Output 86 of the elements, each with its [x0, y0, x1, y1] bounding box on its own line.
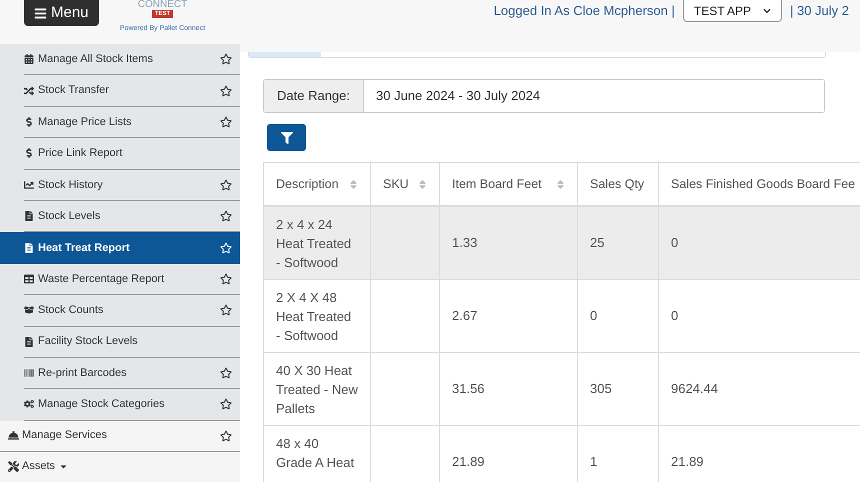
column-header[interactable]: Sales Finished Goods Board Fee: [659, 163, 860, 205]
sidebar-item-label: Stock Transfer: [38, 83, 110, 98]
table-icon: [24, 274, 34, 284]
filter-button[interactable]: [267, 124, 306, 151]
bell-icon: [8, 430, 19, 442]
table-cell-text: 0: [590, 307, 598, 325]
shuffle-icon: [24, 86, 34, 96]
star-icon[interactable]: [220, 178, 232, 191]
table-cell-text: 25: [590, 234, 604, 252]
sidebar-item[interactable]: Assets: [0, 452, 240, 482]
barcode-icon: [24, 368, 34, 378]
table-row[interactable]: 40 X 30 Heat Treated - New Pallets 31.56 305 9624.44: [264, 353, 860, 426]
sidebar-item-label: Manage Services: [22, 428, 107, 444]
sidebar-item-label: Stock Counts: [38, 303, 104, 318]
chevron-icon: [763, 7, 771, 15]
column-header[interactable]: Item Board Feet: [440, 163, 578, 205]
sidebar-item[interactable]: Heat Treat Report: [0, 232, 240, 264]
menu-button[interactable]: Menu: [24, 0, 99, 26]
sidebar-item-label: Stock History: [38, 178, 104, 192]
table-cell-text: 305: [590, 380, 612, 398]
filter-icon: [280, 132, 292, 144]
table-row[interactable]: 2 x 4 x 24 Heat Treated - Softwood 1.33 25 0: [264, 207, 860, 280]
sidebar-item[interactable]: Manage Price Lists: [24, 106, 240, 138]
star-icon[interactable]: [220, 53, 232, 66]
sidebar-item-label: Manage Price Lists: [38, 114, 133, 130]
line-chart-icon: [24, 180, 34, 190]
sidebar-item-label: Facility Stock Levels: [38, 334, 139, 350]
table-cell-text: 2.67: [452, 307, 478, 325]
column-header[interactable]: Description: [264, 163, 371, 205]
table-row[interactable]: 2 X 4 X 48 Heat Treated - Softwood 2.67 0 0: [264, 280, 860, 353]
sidebar-item-label: Price Link Report: [38, 146, 124, 162]
table-cell-text: 1.33: [452, 234, 478, 252]
star-icon[interactable]: [220, 210, 232, 222]
dollar-icon: [24, 148, 34, 158]
star-icon[interactable]: [220, 367, 232, 380]
tools-icon: [8, 461, 19, 472]
table-cell-text: 0: [671, 234, 678, 252]
table-cell: 2 x 4 x 24 Heat Treated - Softwood: [276, 217, 352, 270]
sidebar-item-label: Manage All Stock Items: [38, 52, 154, 67]
star-icon[interactable]: [220, 84, 232, 97]
date-range-field[interactable]: Date Range: 30 June 2024 - 30 July 2024: [263, 79, 825, 113]
table-cell: 2 X 4 X 48 Heat Treated - Softwood: [276, 290, 352, 343]
document-icon: [24, 336, 34, 347]
table-cell-text: 21.89: [671, 453, 704, 471]
table-cell-text: 1: [590, 453, 598, 471]
date-range-label: Date Range:: [264, 80, 364, 112]
star-icon[interactable]: [220, 116, 232, 128]
table-cell-text: 21.89: [452, 453, 485, 471]
menu-icon: [34, 6, 47, 20]
sidebar-item-label: Assets: [22, 459, 56, 474]
sidebar-item[interactable]: Facility Stock Levels: [24, 326, 240, 358]
sidebar-item[interactable]: Waste Percentage Report: [24, 264, 240, 296]
calendar-icon: [24, 54, 34, 64]
table-cell-text: 31.56: [452, 380, 485, 398]
sidebar-item[interactable]: Price Link Report: [24, 138, 240, 170]
sidebar-item[interactable]: Manage All Stock Items: [24, 44, 240, 76]
star-icon[interactable]: [220, 272, 232, 285]
column-header[interactable]: SKU: [371, 163, 440, 205]
sidebar-item[interactable]: Stock History: [24, 170, 240, 201]
sidebar-item[interactable]: Stock Transfer: [24, 75, 240, 107]
app-select[interactable]: TEST APP: [682, 0, 782, 22]
box-icon: [24, 305, 34, 316]
star-icon[interactable]: [220, 398, 232, 410]
star-icon[interactable]: [220, 304, 232, 316]
date-text: | 30 July 2: [790, 2, 850, 20]
table-cell-text: 0: [671, 307, 678, 325]
sidebar-item-label: Stock Levels: [38, 208, 102, 224]
sidebar-item-label: Manage Stock Categories: [38, 397, 166, 412]
star-icon[interactable]: [220, 242, 232, 254]
document-icon: [24, 243, 34, 254]
table-cell-text: 9624.44: [671, 380, 718, 398]
table-cell: 48 x 40 Grade A Heat: [276, 436, 354, 470]
column-header[interactable]: Sales Qty: [578, 163, 659, 205]
sidebar-item-label: Heat Treat Report: [38, 240, 131, 256]
logged-in-text: Logged In As Cloe Mcpherson |: [494, 2, 675, 20]
star-icon[interactable]: [220, 430, 232, 442]
sidebar-item[interactable]: Stock Counts: [24, 295, 240, 327]
gears-icon: [24, 399, 34, 410]
document-icon: [24, 211, 34, 222]
sidebar-item-label: Re-print Barcodes: [38, 366, 128, 381]
table-cell: 40 X 30 Heat Treated - New Pallets: [276, 363, 358, 416]
sidebar-item[interactable]: Re-print Barcodes: [24, 358, 240, 390]
logo-text: CONNECT: [138, 0, 188, 10]
sidebar-item[interactable]: Manage Services: [0, 420, 240, 452]
sidebar-item-label: Waste Percentage Report: [38, 272, 166, 287]
dollar-icon: [24, 116, 34, 127]
